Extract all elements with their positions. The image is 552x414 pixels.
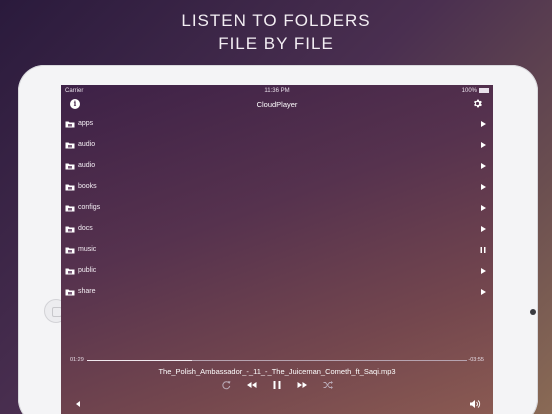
folder-row[interactable]: docs <box>61 219 493 240</box>
folder-row[interactable]: music <box>61 240 493 261</box>
gear-icon[interactable] <box>472 98 483 109</box>
pause-icon[interactable] <box>479 246 487 254</box>
play-icon[interactable] <box>479 183 487 191</box>
folder-label: audio <box>78 141 96 148</box>
play-icon[interactable] <box>479 225 487 233</box>
folder-label: books <box>78 183 97 190</box>
repeat-icon[interactable] <box>219 379 233 391</box>
play-icon[interactable] <box>479 120 487 128</box>
folder-label: public <box>78 267 97 274</box>
play-icon[interactable] <box>479 162 487 170</box>
rewind-icon[interactable] <box>245 379 259 391</box>
play-icon[interactable] <box>479 141 487 149</box>
folder-icon <box>65 184 75 191</box>
fast-forward-icon[interactable] <box>295 379 309 391</box>
folder-icon <box>65 121 75 128</box>
progress-fill <box>87 360 192 361</box>
folder-row[interactable]: books <box>61 177 493 198</box>
folder-label: share <box>78 288 96 295</box>
player-bottom-bar <box>61 398 493 410</box>
folder-label: configs <box>78 204 101 211</box>
status-time: 11:36 PM <box>264 88 290 94</box>
status-bar: Carrier 11:36 PM 100% <box>61 85 493 97</box>
pause-icon[interactable] <box>270 379 284 391</box>
folder-icon <box>65 163 75 170</box>
play-icon[interactable] <box>479 288 487 296</box>
nav-bar: i CloudPlayer <box>61 97 493 113</box>
folder-row[interactable]: audio <box>61 135 493 156</box>
previous-folder-icon[interactable] <box>75 400 81 408</box>
headline-line-2: FILE BY FILE <box>218 34 334 53</box>
progress-track[interactable] <box>87 360 467 361</box>
folder-label: music <box>78 246 97 253</box>
folder-icon <box>65 247 75 254</box>
folder-label: apps <box>78 120 94 127</box>
folder-icon <box>65 226 75 233</box>
player-panel: 01:29 -03:55 The_Polish_Ambassador_-_11_… <box>61 355 493 414</box>
folder-list: apps audio audio books configs docs music publi… <box>61 114 493 303</box>
elapsed-time: 01:29 <box>70 357 84 363</box>
folder-icon <box>65 142 75 149</box>
remaining-time: -03:55 <box>468 357 484 363</box>
folder-row[interactable]: configs <box>61 198 493 219</box>
folder-row[interactable]: apps <box>61 114 493 135</box>
volume-icon[interactable] <box>469 399 481 409</box>
folder-icon <box>65 205 75 212</box>
battery-percent: 100% <box>461 88 477 94</box>
headline-line-1: LISTEN TO FOLDERS <box>181 11 371 30</box>
play-icon[interactable] <box>479 204 487 212</box>
now-playing-title: The_Polish_Ambassador_-_11_-_The_Juicema… <box>158 367 396 376</box>
folder-row[interactable]: audio <box>61 156 493 177</box>
playback-controls <box>61 379 493 393</box>
folder-icon <box>65 268 75 275</box>
shuffle-icon[interactable] <box>321 379 335 391</box>
play-icon[interactable] <box>479 267 487 275</box>
app-screen: Carrier 11:36 PM 100% i CloudPlayer apps… <box>61 85 493 414</box>
app-title: CloudPlayer <box>256 100 298 109</box>
folder-label: audio <box>78 162 96 169</box>
folder-row[interactable]: share <box>61 282 493 303</box>
camera <box>530 309 536 315</box>
folder-icon <box>65 289 75 296</box>
battery-icon <box>479 88 489 93</box>
folder-row[interactable]: public <box>61 261 493 282</box>
folder-label: docs <box>78 225 93 232</box>
